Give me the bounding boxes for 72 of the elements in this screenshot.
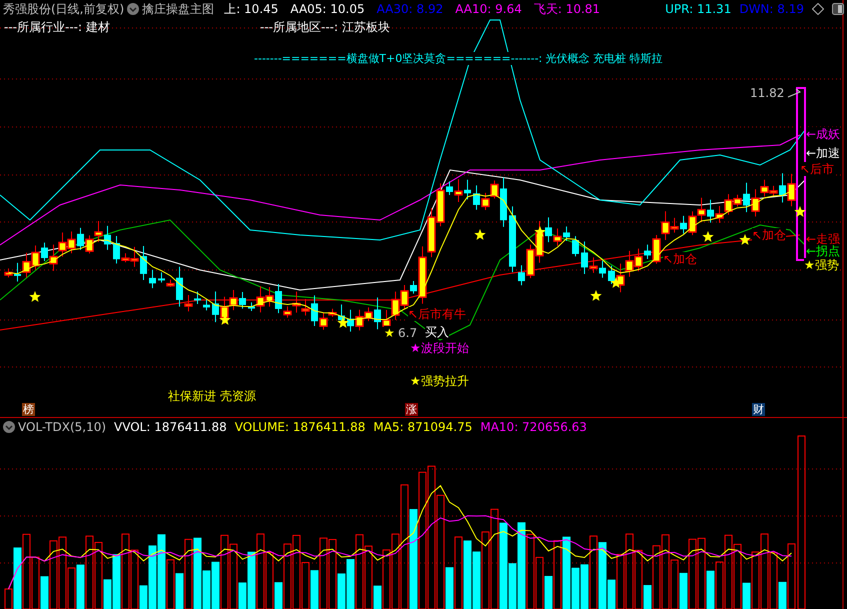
candlestick [391,291,400,320]
indicator-readout: DWN: 8.19 [739,1,804,18]
leader-line [788,88,801,98]
candlestick [22,252,31,278]
chart-annotation: ←成妖 [806,127,840,141]
indicator-readout: 上: 10.45 [224,1,278,18]
candlestick [553,228,562,246]
star-icon [794,206,806,217]
candlestick [31,245,40,270]
chart-annotation: ↖加仓 [752,228,786,242]
chart-annotation: ↖后市 [800,162,834,176]
candlestick [67,230,76,254]
indicator-readout: VOLUME: 1876411.88 [234,419,366,436]
info-line: ---所属行业---: 建材 [4,19,111,36]
chart-annotation: 6.7 [398,326,418,340]
indicator-readout: MA10: 720656.63 [480,419,587,436]
star-icon [29,291,41,302]
candlestick [715,205,724,224]
star-icon [739,234,751,245]
window-icon[interactable] [832,3,844,15]
candlestick [85,234,94,254]
dropdown-icon[interactable] [127,3,140,15]
candlestick [787,173,796,207]
candlestick [94,220,103,242]
candlestick [203,299,210,311]
chart-annotation: 社保新进 壳资源 [168,389,256,403]
star-icon [337,317,349,328]
candlestick [625,250,634,278]
chart-annotation: ★强势拉升 [410,374,469,388]
candlestick [58,232,67,258]
chart-annotation: ★ [384,326,395,340]
chart-annotation: ←加速 [806,146,840,160]
indicator-readout: AA05: 10.05 [290,1,365,18]
event-tag: 涨 [405,403,418,416]
candlestick [149,269,156,289]
indicator-readout: UPR: 11.31 [665,1,732,18]
chart-annotation: ★强势 [804,258,839,272]
candlestick [49,244,58,272]
dropdown-icon[interactable] [3,421,15,433]
diamond-icon[interactable] [812,3,824,15]
candlestick [355,309,364,331]
candlestick [572,236,579,257]
info-line: ---所属地区---: 江苏板块 [260,19,390,36]
indicator-name: 擒庄操盘主图 [142,1,214,18]
chart-title: 秀强股份(日线,前复权) [3,1,124,18]
candlestick [229,290,238,311]
chart-annotation: ↖后市有牛 [408,307,466,321]
indicator-name: VOL-TDX(5,10) [18,419,106,436]
candlestick [697,197,706,223]
star-icon [610,277,622,288]
event-tag: 榜 [22,403,35,416]
star-icon [474,229,486,240]
star-icon [534,226,546,237]
event-tag: 财 [752,403,765,416]
chart-annotation: ←拐点 [806,244,840,258]
indicator-readout: AA30: 8.92 [376,1,444,18]
star-icon [702,231,714,242]
candlestick [688,210,697,236]
chart-annotation: ★波段开始 [410,341,469,355]
indicator-readout: AA10: 9.64 [455,1,522,18]
indicator-readout: MA5: 871094.75 [373,419,472,436]
chart-annotation: 11.82 [750,86,784,100]
candlestick [265,286,274,308]
indicator-readout: 飞天: 10.81 [534,1,600,18]
candlestick [509,206,516,273]
indicator-readout: VVOL: 1876411.88 [114,419,227,436]
candlestick [481,192,490,210]
star-icon [590,290,602,301]
star-icon [219,314,231,325]
chart-annotation: ↖加仓 [663,252,698,266]
candlestick [427,208,436,258]
chart-annotation: 买入 [425,325,449,339]
